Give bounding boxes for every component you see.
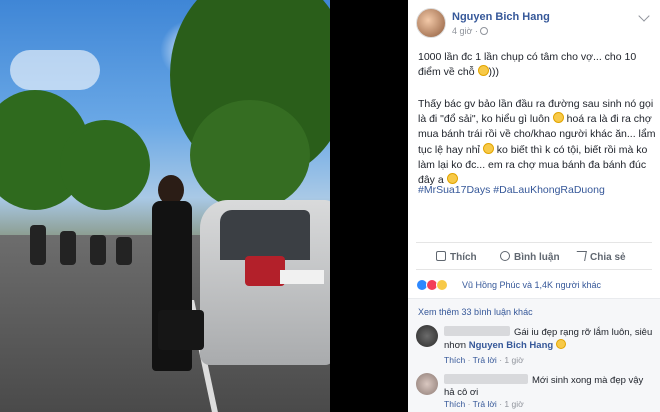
thumbs-up-icon xyxy=(436,251,446,261)
comment-2-text: Mới sinh xong mà đẹp vậy xyxy=(532,375,644,386)
like-label: Thích xyxy=(450,252,477,263)
cloud xyxy=(10,50,100,90)
share-button[interactable]: Chia sẻ xyxy=(575,251,626,263)
photo-viewer: Nguyen Bich Hang 4 giờ · 1000 lần đc 1 l… xyxy=(0,0,660,412)
comment-2-like[interactable]: Thích xyxy=(444,399,465,409)
smile-emoji-icon xyxy=(477,65,489,76)
reactions-summary[interactable]: Vũ Hồng Phúc và 1,4K người khác xyxy=(462,280,601,290)
post-panel: Nguyen Bich Hang 4 giờ · 1000 lần đc 1 l… xyxy=(408,0,660,412)
commenter-avatar[interactable] xyxy=(416,325,438,347)
heart-eyes-emoji-icon xyxy=(555,339,566,349)
tree xyxy=(60,120,150,210)
author-avatar[interactable] xyxy=(416,8,446,38)
caption-tail: ))) xyxy=(488,66,500,78)
comment-icon xyxy=(500,251,510,261)
comment-1-time: · 1 giờ xyxy=(499,355,524,365)
comment-1-mention[interactable]: Nguyen Bich Hang xyxy=(469,340,553,351)
comment-1-like[interactable]: Thích xyxy=(444,355,465,365)
comment-2: Mới sinh xong mà đẹp vậy hả cô ơi xyxy=(444,374,654,399)
author-name[interactable]: Nguyen Bich Hang xyxy=(452,11,550,23)
post-time-label: 4 giờ · xyxy=(452,26,478,36)
handbag xyxy=(158,310,204,350)
comment-1-reply[interactable]: Trả lời xyxy=(473,355,497,365)
comment-button[interactable]: Bình luận xyxy=(500,251,560,263)
chevron-down-icon[interactable] xyxy=(638,10,650,22)
comment-1: Gái iu đẹp rạng rỡ lắm luôn, siêu nhơn N… xyxy=(444,326,654,352)
hashtags[interactable]: #MrSua17Days #DaLauKhongRaDuong xyxy=(418,184,605,196)
view-more-comments[interactable]: Xem thêm 33 bình luận khác xyxy=(418,307,533,317)
haha-reaction-icon xyxy=(436,279,448,291)
comment-2-reply[interactable]: Trả lời xyxy=(473,399,497,409)
share-label: Chia sẻ xyxy=(590,252,626,263)
laugh-emoji-icon xyxy=(446,173,458,185)
comment-label: Bình luận xyxy=(514,252,560,263)
smile-emoji-icon xyxy=(552,112,564,124)
comment-2-time: · 1 giờ xyxy=(499,399,524,409)
car-rear-window xyxy=(220,210,310,260)
comment-2-meta: Thích · Trả lời · 1 giờ xyxy=(444,399,524,409)
commenter-name-redacted xyxy=(444,374,528,384)
post-time[interactable]: 4 giờ · xyxy=(452,26,488,36)
smile-emoji-icon xyxy=(482,142,494,154)
action-bar: Thích Bình luận Chia sẻ xyxy=(416,242,652,270)
caption-text: 1000 lần đc 1 lần chụp có tâm cho vợ... … xyxy=(418,51,637,78)
post-caption-body: Thấy bác gv bảo lần đầu ra đường sau sin… xyxy=(418,97,656,188)
car-tail-light xyxy=(245,256,285,286)
commenter-avatar[interactable] xyxy=(416,373,438,395)
car-plate xyxy=(280,270,324,284)
globe-icon xyxy=(479,27,488,35)
like-button[interactable]: Thích xyxy=(436,251,477,263)
reactions-row[interactable]: Vũ Hồng Phúc và 1,4K người khác xyxy=(416,276,652,298)
motorbikes xyxy=(20,215,140,265)
comment-1-meta: Thích · Trả lời · 1 giờ xyxy=(444,355,524,365)
comments-section: Xem thêm 33 bình luận khác Gái iu đẹp rạ… xyxy=(408,298,660,412)
post-photo[interactable] xyxy=(0,0,330,412)
post-header: Nguyen Bich Hang 4 giờ · xyxy=(408,0,660,40)
tree xyxy=(190,100,310,210)
commenter-name-redacted xyxy=(444,326,510,336)
share-icon xyxy=(575,251,587,261)
post-caption-line1: 1000 lần đc 1 lần chụp có tâm cho vợ... … xyxy=(418,50,656,80)
comment-2-text-b: hả cô ơi xyxy=(444,387,479,398)
